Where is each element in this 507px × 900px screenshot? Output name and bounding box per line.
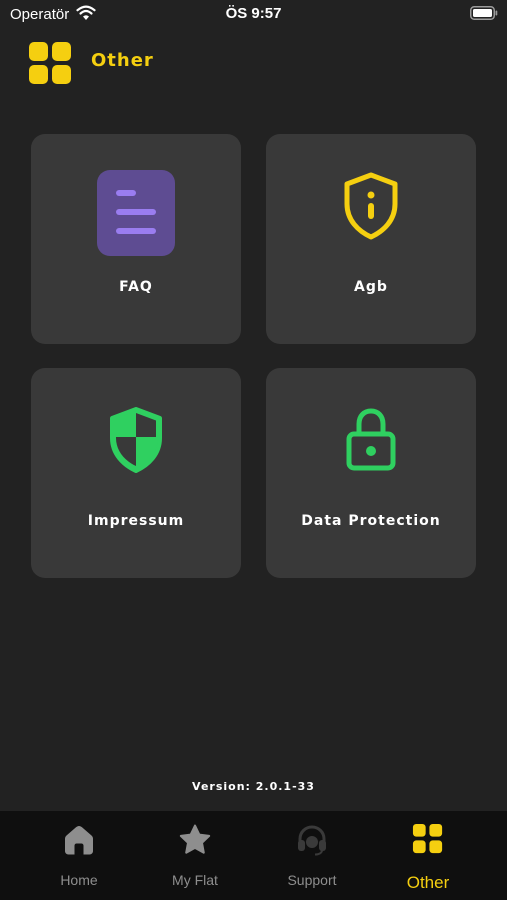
tab-bar: Home My Flat Support Other (0, 811, 507, 900)
page-title: Other (91, 50, 154, 71)
grid-icon (412, 823, 443, 854)
impressum-label: Impressum (87, 513, 185, 529)
headset-icon (298, 825, 326, 856)
tab-my-flat[interactable]: My Flat (137, 811, 253, 900)
tab-home[interactable]: Home (21, 811, 137, 900)
home-icon (65, 826, 93, 855)
star-icon (179, 824, 211, 854)
shield-info-icon (344, 172, 398, 240)
tab-support[interactable]: Support (254, 811, 370, 900)
data-protection-card[interactable]: Data Protection (266, 368, 476, 578)
tab-my-flat-label: My Flat (172, 872, 218, 888)
battery-icon (470, 6, 498, 20)
data-protection-label: Data Protection (301, 513, 441, 529)
tab-other[interactable]: Other (370, 811, 486, 900)
tab-other-label: Other (406, 873, 450, 892)
faq-label: FAQ (119, 279, 153, 295)
tab-support-label: Support (287, 872, 337, 888)
page-header: Other (29, 42, 429, 84)
agb-card[interactable]: Agb (266, 134, 476, 344)
impressum-card[interactable]: Impressum (31, 368, 241, 578)
shield-check-icon (110, 407, 162, 473)
grid-icon (29, 42, 71, 84)
version-label: Version: 2.0.1-33 (192, 780, 315, 793)
faq-card[interactable]: FAQ (31, 134, 241, 344)
agb-label: Agb (354, 279, 388, 295)
lock-icon (346, 408, 396, 471)
clock: ÖS 9:57 (225, 5, 282, 22)
status-bar: Operatör ÖS 9:57 (0, 0, 507, 30)
tab-home-label: Home (60, 872, 98, 888)
faq-document-icon (97, 170, 175, 256)
